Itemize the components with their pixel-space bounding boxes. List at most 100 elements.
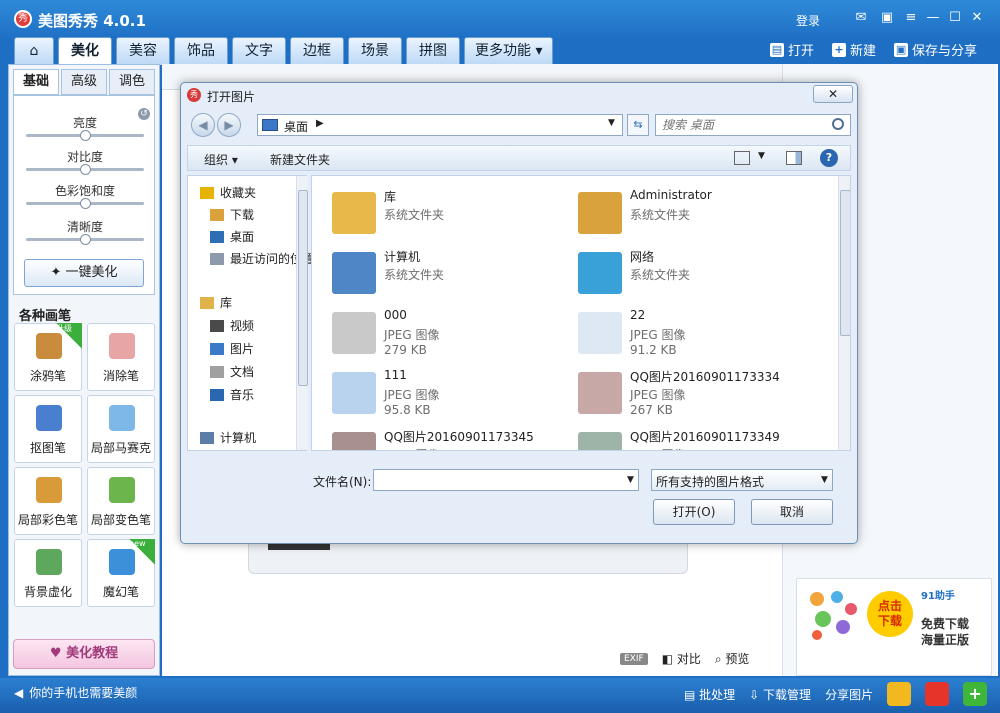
cancel-button[interactable]: 取消 — [751, 499, 833, 525]
nav-item[interactable]: 计算机 — [200, 429, 256, 446]
compare-button[interactable]: ◧ 对比 — [662, 650, 701, 667]
weibo-icon[interactable] — [925, 682, 950, 706]
ad-banner[interactable]: 点击 下载 91助手 免费下载 海量正版 — [796, 578, 992, 676]
tab-accessories[interactable]: 饰品 — [174, 37, 228, 65]
tab-basic[interactable]: 基础 — [13, 69, 59, 95]
color-brush-button[interactable]: 局部彩色笔 — [14, 467, 82, 535]
menu-icon[interactable]: ≡ — [902, 10, 920, 26]
message-icon[interactable]: ✉ — [852, 10, 870, 26]
star-icon[interactable] — [887, 682, 912, 706]
file-item[interactable]: Administrator 系统文件夹 — [570, 188, 810, 244]
magic-brush-button[interactable]: 魔幻笔 new — [87, 539, 155, 607]
brightness-slider[interactable] — [26, 130, 144, 141]
file-item[interactable]: QQ图片20160901173334 JPEG 图像 267 KB — [570, 368, 810, 424]
nav-item[interactable]: 图片 — [210, 340, 254, 357]
search-input[interactable] — [662, 117, 822, 133]
organize-button[interactable]: 组织 ▾ — [204, 151, 238, 168]
tutorial-button[interactable]: ♥ 美化教程 — [13, 639, 155, 669]
recolor-brush-button[interactable]: 局部变色笔 — [87, 467, 155, 535]
exif-button[interactable]: EXIF — [620, 652, 648, 665]
save-icon: ▣ — [894, 42, 909, 57]
chevron-down-icon[interactable]: ▼ — [758, 151, 765, 161]
tab-makeup[interactable]: 美容 — [116, 37, 170, 65]
chevron-right-icon[interactable]: ▶ — [316, 118, 324, 129]
forward-button[interactable]: ▶ — [217, 113, 241, 137]
background-blur-brush-button[interactable]: 背景虚化 — [14, 539, 82, 607]
batch-button[interactable]: ▤ 批处理 — [684, 686, 735, 703]
file-item[interactable]: 000 JPEG 图像 279 KB — [324, 308, 564, 364]
refresh-button[interactable]: ⇆ — [627, 114, 649, 136]
sharpness-slider[interactable] — [26, 234, 144, 245]
login-link[interactable]: 登录 — [796, 12, 820, 29]
file-item[interactable]: 计算机 系统文件夹 — [324, 248, 564, 304]
minimize-button[interactable]: — — [924, 10, 942, 26]
nav-item[interactable]: 库 — [200, 294, 232, 311]
file-item[interactable]: 22 JPEG 图像 91.2 KB — [570, 308, 810, 364]
save-share-button[interactable]: ▣ 保存与分享 — [894, 40, 977, 59]
file-scrollbar[interactable] — [838, 176, 850, 450]
file-scroll-thumb[interactable] — [840, 190, 850, 336]
new-button[interactable]: + 新建 — [832, 40, 876, 59]
chevron-down-icon[interactable]: ▼ — [821, 475, 828, 485]
file-item[interactable]: QQ图片20160901173345JPEG 图像283 KB — [324, 428, 564, 450]
nav-item[interactable]: 视频 — [210, 317, 254, 334]
filename-input[interactable] — [373, 469, 639, 491]
search-icon[interactable] — [832, 118, 844, 130]
add-icon[interactable]: + — [963, 682, 988, 706]
app-logo-icon: 秀 — [187, 88, 201, 102]
nav-scrollbar[interactable] — [296, 176, 308, 450]
nav-item[interactable]: 音乐 — [210, 386, 254, 403]
close-button[interactable]: ✕ — [968, 10, 986, 26]
eraser-brush-button[interactable]: 消除笔 — [87, 323, 155, 391]
nav-scroll-thumb[interactable] — [298, 190, 308, 386]
tab-text[interactable]: 文字 — [232, 37, 286, 65]
file-item[interactable]: QQ图片20160901173349JPEG 图像267 KB — [570, 428, 810, 450]
file-item[interactable]: 库系统文件夹 — [324, 188, 564, 244]
skin-icon[interactable]: ▣ — [878, 10, 896, 26]
slider-knob[interactable] — [80, 198, 91, 209]
share-image-button[interactable]: 分享图片 — [825, 686, 873, 703]
tab-advanced[interactable]: 高级 — [61, 69, 107, 95]
slider-knob[interactable] — [80, 164, 91, 175]
contrast-slider[interactable] — [26, 164, 144, 175]
open-file-button[interactable]: 打开(O) — [653, 499, 735, 525]
slider-knob[interactable] — [80, 234, 91, 245]
open-button[interactable]: ▤ 打开 — [770, 40, 814, 59]
nav-item[interactable]: 桌面 — [210, 228, 254, 245]
back-button[interactable]: ◀ — [191, 113, 215, 137]
new-folder-button[interactable]: 新建文件夹 — [270, 151, 330, 168]
maximize-button[interactable]: ☐ — [946, 10, 964, 26]
slider-knob[interactable] — [80, 130, 91, 141]
tab-border[interactable]: 边框 — [290, 37, 344, 65]
help-icon[interactable]: ? — [820, 149, 838, 167]
badge-ribbon: 升级 — [56, 323, 82, 349]
one-click-beautify-button[interactable]: ✦ 一键美化 — [24, 259, 144, 287]
preview-pane-icon[interactable] — [786, 151, 802, 165]
tab-scene[interactable]: 场景 — [348, 37, 402, 65]
mosaic-brush-button[interactable]: 局部马赛克 — [87, 395, 155, 463]
preview-button[interactable]: ⌕ 预览 — [715, 650, 750, 667]
dialog-close-button[interactable]: ✕ — [813, 85, 853, 103]
nav-item[interactable]: 下载 — [210, 206, 254, 223]
download-manager-button[interactable]: ⇩ 下载管理 — [749, 686, 811, 703]
saturation-slider[interactable] — [26, 198, 144, 209]
view-options-icon[interactable] — [734, 151, 750, 165]
graffiti-brush-button[interactable]: 涂鸦笔 升级 — [14, 323, 82, 391]
address-bar[interactable]: 桌面 ▶ ▼ — [257, 114, 623, 136]
tab-home[interactable]: ⌂ — [14, 37, 54, 65]
file-item[interactable]: 111 JPEG 图像 95.8 KB — [324, 368, 564, 424]
tab-color[interactable]: 调色 — [109, 69, 155, 95]
file-type-select[interactable]: 所有支持的图片格式 — [651, 469, 833, 491]
tab-collage[interactable]: 拼图 — [406, 37, 460, 65]
cutout-brush-button[interactable]: 抠图笔 — [14, 395, 82, 463]
chevron-down-icon[interactable]: ▼ — [627, 475, 634, 485]
download-circle[interactable]: 点击 下载 — [867, 591, 913, 637]
tab-more-features[interactable]: 更多功能 ▾ — [464, 37, 554, 65]
chevron-down-icon[interactable]: ▼ — [608, 118, 615, 128]
nav-item[interactable]: 收藏夹 — [200, 184, 256, 201]
file-item[interactable]: 网络 系统文件夹 — [570, 248, 810, 304]
tab-beautify[interactable]: 美化 — [58, 37, 112, 65]
nav-item[interactable]: 文档 — [210, 363, 254, 380]
status-message[interactable]: ◀ 你的手机也需要美颜 — [14, 684, 137, 701]
file-list: 库系统文件夹 Administrator 系统文件夹 计算机 系统文件夹 网络 系统文件夹 0… — [311, 175, 851, 451]
